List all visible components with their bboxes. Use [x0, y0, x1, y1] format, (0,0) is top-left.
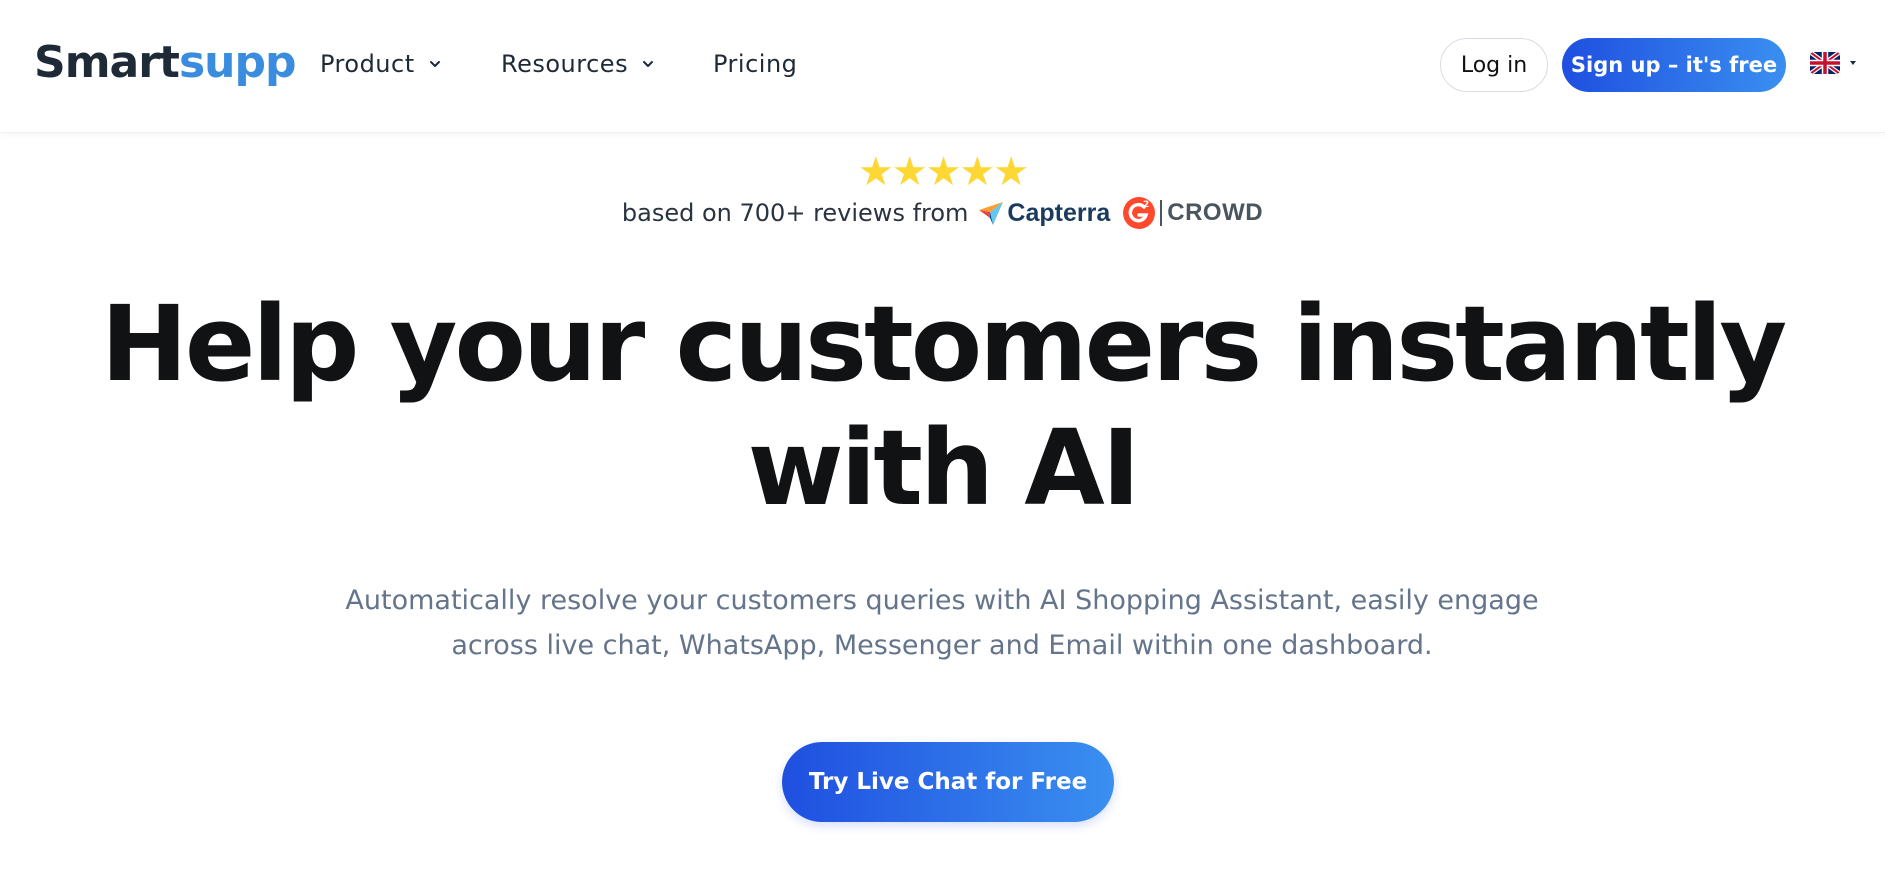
logo-text-smart: Smart [34, 36, 180, 88]
site-header: Smart supp Product Resources Pricing Log … [0, 0, 1885, 133]
hero-headline-line1: Help your customers instantly [100, 283, 1787, 405]
reviews-text: based on 700+ reviews from [621, 199, 969, 227]
hero-subtitle: Automatically resolve your customers que… [342, 578, 1542, 668]
g2-crowd-logo: 2 CROWD [1122, 196, 1263, 230]
hero-subtitle-line1: Automatically resolve your customers que… [345, 585, 1539, 616]
logo-text-supp: supp [178, 36, 297, 88]
nav-product-label: Product [320, 50, 415, 78]
nav-pricing-label: Pricing [713, 50, 798, 78]
language-selector[interactable] [1810, 52, 1860, 74]
g2-icon: 2 [1123, 197, 1156, 229]
nav-product[interactable]: Product [320, 44, 443, 84]
rating-stars: ★★★★★ [857, 149, 1029, 195]
hero-headline: Help your customers instantly with AI [0, 282, 1885, 530]
g2-crowd-label: CROWD [1160, 200, 1263, 226]
capterra-logo: Capterra [978, 199, 1110, 228]
chevron-down-icon [429, 61, 440, 67]
nav-pricing[interactable]: Pricing [713, 44, 797, 84]
svg-text:2: 2 [1143, 200, 1149, 210]
nav-resources-label: Resources [501, 50, 629, 78]
chevron-down-icon [643, 61, 654, 67]
capterra-arrow-icon [979, 202, 1004, 225]
login-button[interactable]: Log in [1440, 38, 1548, 92]
reviews-row: based on 700+ reviews from Capterra 2 CR… [0, 196, 1885, 230]
smartsupp-logo[interactable]: Smart supp [34, 34, 297, 90]
hero-headline-line2: with AI [747, 407, 1141, 529]
try-live-chat-button[interactable]: Try Live Chat for Free [782, 742, 1114, 822]
hero-subtitle-line2: across live chat, WhatsApp, Messenger an… [451, 630, 1433, 661]
uk-flag-icon [1810, 52, 1840, 74]
nav-resources[interactable]: Resources [501, 44, 656, 84]
capterra-label: Capterra [1007, 198, 1111, 227]
signup-button[interactable]: Sign up – it's free [1562, 38, 1786, 92]
caret-down-icon [1850, 61, 1856, 65]
